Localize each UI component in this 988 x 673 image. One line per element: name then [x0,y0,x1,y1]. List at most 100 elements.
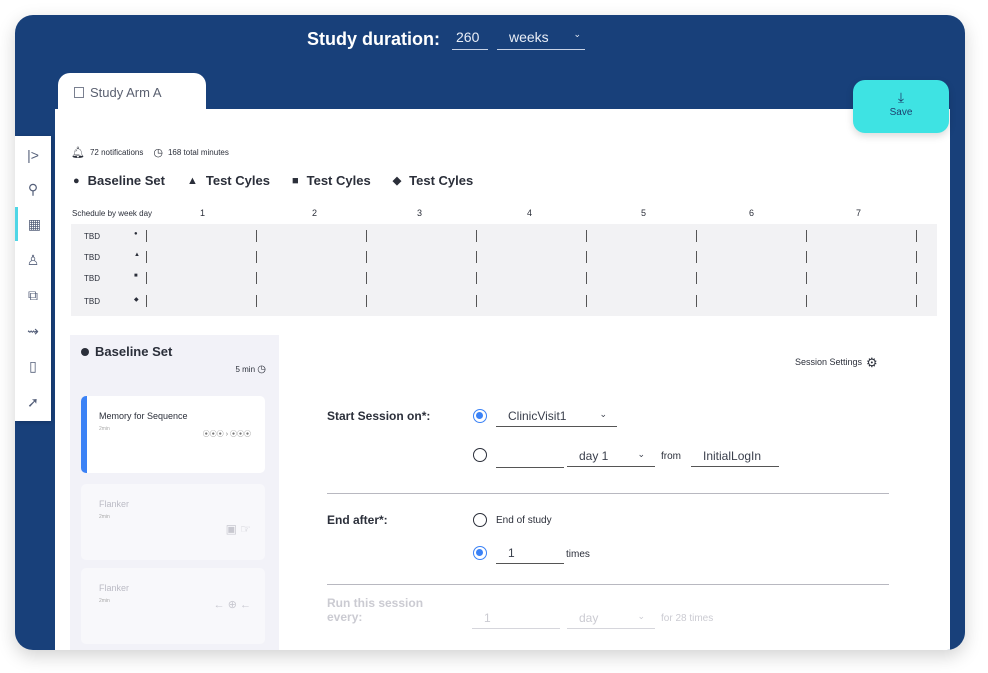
run-every-label-line1: Run this session [327,596,424,610]
tap-icon: ▣ ☞ [225,522,251,536]
legend-item: ▲ Test Cyles [187,173,270,188]
schedule-tick [806,251,807,263]
schedule-row[interactable]: TBD ▲ [71,249,937,267]
session-settings-link[interactable]: Session Settings ⚙ [795,355,878,371]
study-duration-unit-select[interactable]: weeks ⌄ [497,29,585,50]
end-after-times-radio[interactable] [473,546,487,560]
row-label: TBD [84,232,100,241]
chevron-down-icon: ⌄ [573,29,581,39]
task-card[interactable]: Flanker 2min ← ⊕ ← [81,568,265,644]
run-every-label: Run this session every: [327,596,423,624]
arrows-icon: ← ⊕ ← [213,599,251,611]
end-times-value: 1 [508,546,515,560]
study-duration-label: Study duration: [307,29,440,49]
end-of-study-label: End of study [496,515,552,526]
tab-study-arm-a[interactable]: Study Arm A [58,73,206,113]
start-option-relative-radio[interactable] [473,448,487,462]
task-card[interactable]: Flanker 2min ▣ ☞ [81,484,265,560]
run-every-label-line2: every: [327,610,363,624]
schedule-tick [916,251,917,263]
layers-icon[interactable]: ⧉ [15,278,51,312]
run-every-value: 1 [484,611,491,625]
schedule-row[interactable]: TBD ◆ [71,293,937,311]
sequence-icon: ⦿⦿⦿ › ⦿⦿⦿ [202,431,251,438]
schedule-row[interactable]: TBD ● [71,228,937,246]
schedule-row[interactable]: TBD ■ [71,270,937,288]
clock-icon: ◷ [153,147,163,159]
calendar-icon[interactable]: ▦ [15,207,51,241]
app-frame: Study duration: 260 weeks ⌄ Study Arm A … [15,15,965,650]
schedule-tick [916,272,917,284]
total-minutes: 168 total minutes [167,148,229,157]
study-duration-input[interactable]: 260 [452,29,488,50]
start-visit-value: ClinicVisit1 [508,409,567,423]
rocket-icon[interactable]: ➚ [15,385,51,419]
user-settings-icon[interactable]: ♙ [15,243,51,277]
schedule-header-label: Schedule by week day [72,209,153,218]
circle-icon: ● [73,174,80,187]
task-title: Memory for Sequence [99,411,188,421]
tab-label: Study Arm A [90,85,162,100]
square-icon: ■ [134,273,138,279]
schedule-tick [146,251,147,263]
day-label: 6 [749,208,755,218]
schedule-tick [806,230,807,242]
collapse-icon[interactable]: |> [15,138,51,172]
schedule-tick [146,295,147,307]
main-content: 🔔︎ 72 notifications ◷ 168 total minutes … [55,109,950,650]
flow-icon[interactable]: ⇝ [15,314,51,348]
schedule-tick [696,295,697,307]
schedule-tick [476,230,477,242]
day-label: 3 [417,208,423,218]
schedule-tick [476,251,477,263]
schedule-tick [476,272,477,284]
run-every-input[interactable]: 1 [472,611,560,629]
phone-icon[interactable]: ▯ [15,349,51,383]
save-button-label: Save [889,107,913,118]
schedule-tick [916,295,917,307]
save-button[interactable]: ⤓ Save [853,80,949,133]
times-label: times [566,549,590,560]
from-event-value: InitialLogIn [703,449,762,463]
from-event-input[interactable]: InitialLogIn [691,449,779,467]
sidebar: |> ⚲ ▦ ♙ ⧉ ⇝ ▯ ➚ [15,136,51,421]
start-day-select[interactable]: day 1 ⌄ [567,449,655,467]
end-times-input[interactable]: 1 [496,546,564,564]
schedule-tick [586,230,587,242]
study-duration: Study duration: 260 weeks ⌄ [307,29,585,50]
triangle-icon: ▲ [134,252,140,258]
run-unit-select[interactable]: day ⌄ [567,611,655,629]
gear-icon: ⚙ [866,355,878,370]
start-visit-select[interactable]: ClinicVisit1 ⌄ [496,409,617,427]
row-label: TBD [84,274,100,283]
diamond-icon: ◆ [134,297,139,303]
legend-label: Baseline Set [87,173,165,188]
schedule-tick [696,251,697,263]
start-session-label: Start Session on*: [327,409,431,423]
schedule-tick [806,295,807,307]
session-duration-text: 5 min [235,365,256,374]
session-title-text: Baseline Set [95,344,173,359]
schedule-tick [696,272,697,284]
start-option-visit-radio[interactable] [473,409,487,423]
end-of-study-radio[interactable] [473,513,487,527]
day-label: 7 [856,208,862,218]
task-card[interactable]: Memory for Sequence 2min ⦿⦿⦿ › ⦿⦿⦿ [81,396,265,473]
day-label: 4 [527,208,533,218]
session-panel: Baseline Set 5 min ◷ Memory for Sequence… [70,335,279,650]
session-settings-label: Session Settings [795,357,863,367]
row-label: TBD [84,253,100,262]
bike-icon[interactable]: ⚲ [15,172,51,206]
schedule-tick [476,295,477,307]
schedule-tick [586,295,587,307]
schedule-tick [916,230,917,242]
legend-label: Test Cyles [409,173,474,188]
schedule-tick [586,251,587,263]
day-label: 2 [312,208,318,218]
triangle-icon: ▲ [186,174,198,187]
notifications-count: 72 notifications [89,148,144,157]
start-offset-input[interactable] [496,449,564,468]
schedule-tick [366,295,367,307]
schedule-tick [146,230,147,242]
schedule-tick [696,230,697,242]
